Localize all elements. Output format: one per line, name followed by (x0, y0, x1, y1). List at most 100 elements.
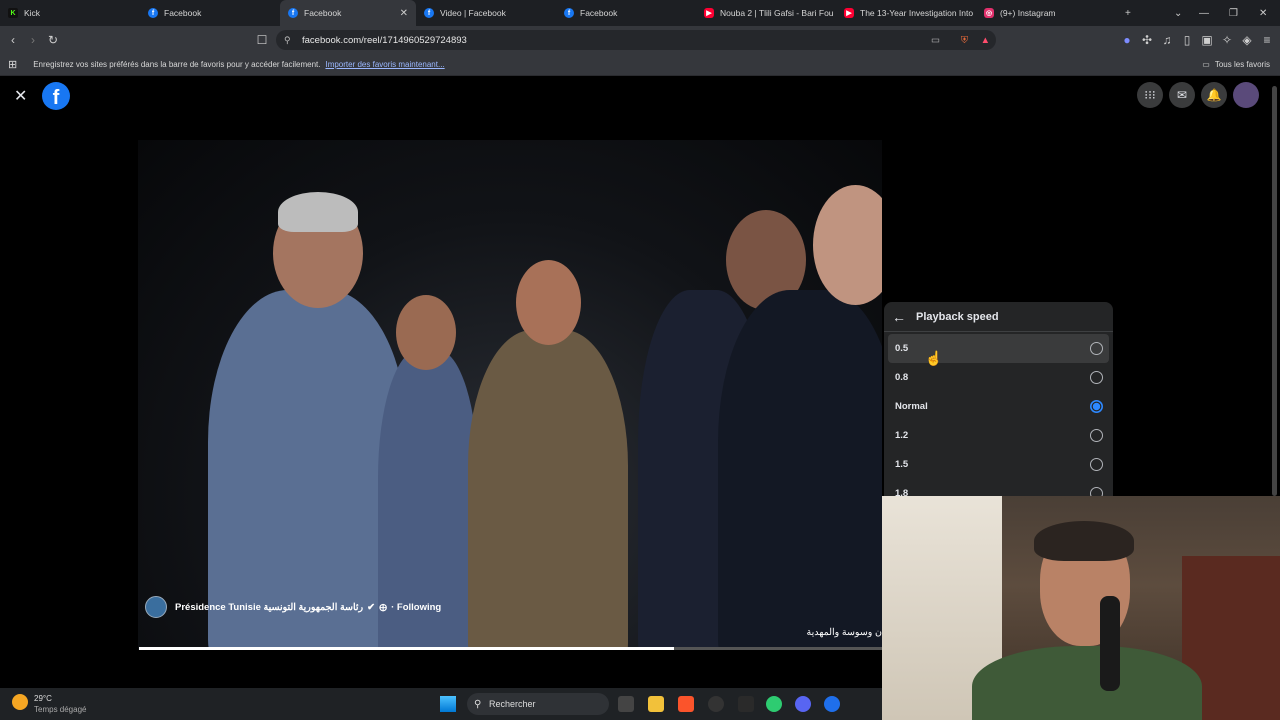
browser-toolbar: ‹ › ↻ ☐ ⚲ facebook.com/reel/171496052972… (0, 26, 1280, 54)
facebook-icon: f (288, 8, 298, 18)
globe-icon: 🜨 (379, 602, 388, 614)
menu-grid-icon[interactable]: ⁝⁝⁝ (1137, 82, 1163, 108)
playback-speed-menu: ← Playback speed 0.5 0.8 Normal 1.2 1.5 … (884, 302, 1113, 496)
speed-label: 1.2 (895, 430, 909, 441)
tab-label: Facebook (164, 8, 202, 18)
import-bookmarks-link[interactable]: Importer des favoris maintenant... (325, 60, 444, 69)
windows-start-icon[interactable] (440, 696, 456, 712)
weather-desc[interactable]: Temps dégagé (34, 705, 86, 714)
tab-facebook-active[interactable]: f Facebook ✕ (280, 0, 416, 26)
folder-icon: ▭ (1202, 60, 1210, 69)
tab-label: Video | Facebook (440, 8, 506, 18)
webcam-person-hair (1034, 521, 1134, 561)
restore-icon[interactable]: ❐ (1229, 0, 1238, 26)
speed-label: Normal (895, 401, 928, 412)
person-head (516, 260, 581, 345)
tab-instagram[interactable]: ◎ (9+) Instagram (976, 0, 1106, 26)
youtube-icon: ▶ (704, 8, 714, 18)
notifications-bell-icon[interactable]: 🔔 (1201, 82, 1227, 108)
playback-speed-title: Playback speed (916, 310, 999, 323)
media-icon[interactable]: ♫ (1157, 30, 1177, 50)
person-hair (278, 192, 358, 232)
forward-icon[interactable]: › (23, 30, 43, 50)
taskbar-search[interactable]: ⚲ Rechercher (467, 693, 609, 715)
speed-label: 1.8 (895, 488, 909, 496)
weather-sun-icon[interactable] (12, 694, 28, 710)
author-avatar[interactable] (145, 596, 167, 618)
all-bookmarks-label: Tous les favoris (1214, 60, 1270, 69)
address-bar[interactable]: ⚲ facebook.com/reel/1714960529724893 ▭ ⛨… (276, 30, 996, 50)
tab-facebook-2[interactable]: f Facebook (556, 0, 696, 26)
app-blue-icon[interactable] (824, 696, 840, 712)
tab-kick[interactable]: K Kick (0, 0, 140, 26)
shield-icon[interactable]: ◈ (1237, 30, 1257, 50)
sidebar-icon[interactable]: ▯ (1177, 30, 1197, 50)
file-explorer-icon[interactable] (648, 696, 664, 712)
close-window-icon[interactable]: ✕ (1259, 0, 1267, 26)
speed-option-normal[interactable]: Normal (884, 392, 1113, 421)
messenger-icon[interactable]: ✉ (1169, 82, 1195, 108)
tab-label: Facebook (304, 8, 342, 18)
discord-icon[interactable] (795, 696, 811, 712)
reel-author[interactable]: Présidence Tunisie رئاسة الجمهورية التون… (145, 596, 441, 618)
reload-icon[interactable]: ↻ (43, 30, 63, 50)
site-info-icon[interactable]: ⚲ (284, 35, 291, 46)
app-green-icon[interactable] (766, 696, 782, 712)
menu-icon[interactable]: ≡ (1257, 30, 1277, 50)
screen: K Kick f Facebook f Facebook ✕ f Video |… (0, 0, 1280, 720)
following-label[interactable]: · Following (391, 602, 441, 613)
brave-rewards-icon[interactable]: ▲ (981, 35, 990, 46)
speed-option-1-2[interactable]: 1.2 (884, 421, 1113, 450)
tab-investigation[interactable]: ▶ The 13-Year Investigation Into (836, 0, 976, 26)
tab-list-chevron-icon[interactable]: ⌄ (1174, 0, 1182, 26)
speed-radio[interactable] (1090, 458, 1103, 471)
brave-shield-icon[interactable]: ⛨ (961, 35, 968, 46)
task-view-icon[interactable] (618, 696, 634, 712)
speed-radio[interactable] (1090, 487, 1103, 496)
tab-nouba[interactable]: ▶ Nouba 2 | Tlili Gafsi - Bari Fou (696, 0, 836, 26)
video-progress-fill (139, 647, 674, 650)
extensions-icon[interactable]: ✣ (1137, 30, 1157, 50)
profile-avatar[interactable] (1233, 82, 1259, 108)
vpn-icon[interactable]: ● (1117, 30, 1137, 50)
minimize-icon[interactable]: — (1199, 0, 1209, 26)
mouse-cursor-icon: ☝ (925, 350, 943, 366)
bookmark-icon[interactable]: ☐ (252, 30, 272, 50)
browser-tab-strip: K Kick f Facebook f Facebook ✕ f Video |… (0, 0, 1280, 26)
speed-radio[interactable] (1090, 342, 1103, 355)
facebook-icon: f (424, 8, 434, 18)
facebook-icon: f (564, 8, 574, 18)
video-progress-bar[interactable] (139, 647, 882, 650)
tab-video-facebook[interactable]: f Video | Facebook (416, 0, 556, 26)
instagram-icon: ◎ (984, 8, 994, 18)
wallet-icon[interactable]: ▣ (1197, 30, 1217, 50)
speed-radio[interactable] (1090, 371, 1103, 384)
search-placeholder: Rechercher (489, 699, 536, 709)
cast-icon[interactable]: ▭ (931, 35, 940, 46)
leo-ai-icon[interactable]: ✧ (1217, 30, 1237, 50)
all-bookmarks-button[interactable]: ▭ Tous les favoris (1202, 60, 1270, 69)
new-tab-icon[interactable]: + (1125, 0, 1131, 26)
bookmarks-prompt: Enregistrez vos sites préférés dans la b… (33, 60, 321, 69)
author-name[interactable]: Présidence Tunisie رئاسة الجمهورية التون… (175, 602, 363, 613)
back-arrow-icon[interactable]: ← (892, 309, 906, 325)
page-scrollbar[interactable] (1272, 86, 1277, 496)
weather-temp[interactable]: 29°C (34, 694, 52, 703)
apps-grid-icon[interactable]: ⊞ (8, 58, 17, 71)
facebook-logo-icon[interactable]: f (42, 82, 70, 110)
close-reel-icon[interactable]: ✕ (14, 86, 27, 106)
speed-radio-selected[interactable] (1090, 400, 1103, 413)
speed-option-1-5[interactable]: 1.5 (884, 450, 1113, 479)
speed-option-0-8[interactable]: 0.8 (884, 363, 1113, 392)
speed-radio[interactable] (1090, 429, 1103, 442)
speed-option-0-5[interactable]: 0.5 (888, 334, 1109, 363)
close-tab-icon[interactable]: ✕ (400, 8, 408, 19)
youtube-icon: ▶ (844, 8, 854, 18)
brave-browser-icon[interactable] (678, 696, 694, 712)
tab-facebook-1[interactable]: f Facebook (140, 0, 280, 26)
back-icon[interactable]: ‹ (3, 30, 23, 50)
app-icon[interactable] (738, 696, 754, 712)
reel-video[interactable] (138, 140, 882, 650)
speed-option-1-8[interactable]: 1.8 (884, 479, 1113, 496)
obs-icon[interactable] (708, 696, 724, 712)
